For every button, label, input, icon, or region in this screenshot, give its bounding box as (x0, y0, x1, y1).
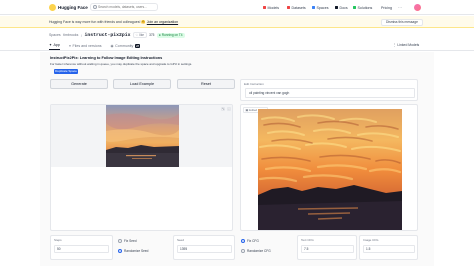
duplicate-space-button[interactable]: Duplicate Space (54, 68, 78, 74)
nav-item-label: Spaces (316, 5, 329, 10)
tab-app[interactable]: ✦ App (49, 41, 60, 50)
search-input[interactable] (98, 4, 156, 10)
tab-label: Files and versions (72, 43, 102, 48)
image-cfg-block: Image CFG (359, 235, 418, 260)
nav-item-datasets[interactable]: Datasets (287, 4, 306, 11)
text-cfg-label: Text CFG (301, 238, 314, 242)
hugging-face-logo-icon[interactable] (49, 4, 56, 11)
datasets-icon (287, 6, 290, 9)
seed-block: Seed (173, 235, 235, 260)
edit-instruction-input[interactable] (245, 88, 415, 98)
models-icon (263, 6, 266, 9)
app-description: For faster inference without waiting in … (50, 61, 193, 66)
radio-icon (241, 249, 245, 253)
tab-label: App (53, 43, 60, 47)
cfg-mode-block: Fix CFG Randomize CFG (238, 235, 296, 260)
community-count-badge: 28 (134, 43, 141, 48)
info-banner: Hugging Face is way more fun with friend… (0, 16, 474, 28)
banner-text: Hugging Face is way more fun with friend… (49, 20, 146, 24)
space-name[interactable]: instruct-pix2pix (84, 33, 130, 38)
nav-item-solutions[interactable]: Solutions (353, 4, 372, 11)
like-count: 375 (149, 33, 155, 37)
space-tabs: ✦ App ≡ Files and versions ◉ Community 2… (49, 41, 141, 50)
randomize-seed-option[interactable]: Randomize Seed (118, 249, 148, 253)
input-image-panel[interactable]: ▣ Input Image ✎ × (50, 104, 233, 231)
radio-selected-icon (241, 239, 245, 243)
text-cfg-block: Text CFG (297, 235, 357, 260)
option-label: Fix CFG (247, 239, 259, 243)
more-menu-icon[interactable]: ··· (398, 4, 402, 11)
edited-image-panel: ▣ Edited Image (240, 104, 418, 231)
tab-label: Community (115, 43, 134, 48)
option-label: Randomize CFG (247, 249, 271, 253)
seed-label: Seed (177, 238, 185, 242)
text-cfg-input[interactable] (301, 245, 354, 253)
join-organization-link[interactable]: Join an organization (147, 20, 178, 24)
space-header: Spaces timbrooks / instruct-pix2pix ♡ li… (49, 31, 185, 39)
image-cfg-input[interactable] (363, 245, 415, 253)
banner-message: Hugging Face is way more fun with friend… (49, 19, 178, 25)
like-button[interactable]: ♡ like (133, 32, 147, 38)
generate-button[interactable]: Generate (50, 79, 108, 89)
nav-item-label: Models (267, 5, 280, 10)
app-icon: ✦ (49, 43, 53, 47)
nav-item-pricing[interactable]: Pricing (381, 4, 392, 11)
edit-instruction-block: Edit Instruction (240, 79, 418, 101)
nav-item-models[interactable]: Models (263, 4, 279, 11)
image-cfg-label: Image CFG (363, 238, 379, 242)
radio-selected-icon (118, 249, 122, 253)
option-label: Fix Seed (124, 239, 137, 243)
image-icon: ▣ (245, 107, 249, 112)
space-owner[interactable]: timbrooks (63, 33, 78, 37)
dismiss-banner-button[interactable]: Dismiss this message (381, 18, 423, 26)
reset-button[interactable]: Reset (177, 79, 235, 89)
load-example-button[interactable]: Load Example (113, 79, 171, 89)
nav-item-docs[interactable]: Docs (335, 4, 348, 11)
tab-files-and-versions[interactable]: ≡ Files and versions (69, 41, 102, 50)
seed-input[interactable] (177, 245, 232, 253)
edited-image (258, 109, 402, 230)
nav-item-label: Pricing (381, 5, 392, 10)
community-icon: ◉ (110, 43, 114, 48)
status-badge: ● Running on T4 (156, 32, 185, 38)
radio-icon (118, 239, 122, 243)
brand-name[interactable]: Hugging Face (58, 4, 88, 11)
tab-community[interactable]: ◉ Community 28 (111, 41, 141, 50)
randomize-cfg-option[interactable]: Randomize CFG (241, 249, 271, 253)
breadcrumb-separator: / (80, 32, 82, 38)
spaces-icon (312, 6, 315, 9)
nav-item-label: Datasets (291, 5, 306, 10)
edit-instruction-label: Edit Instruction (244, 82, 264, 86)
steps-input[interactable] (54, 245, 109, 253)
fix-cfg-option[interactable]: Fix CFG (241, 239, 259, 243)
fix-seed-option[interactable]: Fix Seed (118, 239, 137, 243)
files-icon: ≡ (68, 43, 72, 48)
edit-icon[interactable]: ✎ (221, 107, 225, 111)
divider (0, 50, 474, 51)
linked-models-button[interactable]: ⋮ Linked Models (393, 43, 419, 47)
nav-item-spaces[interactable]: Spaces (312, 4, 329, 11)
option-label: Randomize Seed (124, 249, 149, 253)
close-icon[interactable]: × (227, 107, 231, 111)
user-avatar[interactable] (414, 4, 421, 11)
steps-block: Steps (50, 235, 113, 260)
nav-item-label: Solutions (357, 5, 373, 10)
search-icon (93, 5, 97, 9)
input-image (106, 105, 179, 167)
top-navigation-bar: Hugging Face Models Datasets Spaces Docs… (0, 0, 474, 15)
docs-icon (335, 6, 338, 9)
seed-mode-block: Fix Seed Randomize Seed (113, 235, 173, 260)
spaces-breadcrumb[interactable]: Spaces (49, 33, 61, 37)
nav-item-label: Docs (339, 5, 348, 10)
app-title: InstructPix2Pix: Learning to Follow Imag… (50, 56, 163, 60)
search-box[interactable] (90, 3, 158, 11)
solutions-icon (353, 6, 356, 9)
steps-label: Steps (54, 238, 62, 242)
